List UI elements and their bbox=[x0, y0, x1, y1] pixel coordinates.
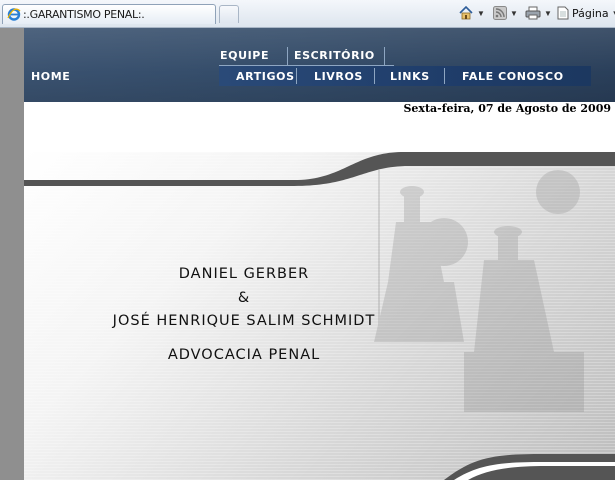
nav-separator bbox=[296, 68, 297, 84]
browser-toolbar: :.GARANTISMO PENAL:. ▼ ▼ ▼ Página bbox=[0, 0, 615, 28]
hero-name-2: JOSÉ HENRIQUE SALIM SCHMIDT bbox=[112, 313, 376, 329]
hero-name-1: DANIEL GERBER bbox=[178, 266, 310, 282]
chevron-down-icon: ▼ bbox=[612, 9, 615, 18]
date-strip: Sexta-feira, 07 de Agosto de 2009 bbox=[24, 102, 615, 152]
page-menu-button[interactable]: Página ▼ bbox=[557, 4, 615, 22]
rss-icon bbox=[493, 6, 507, 20]
chevron-down-icon: ▼ bbox=[544, 8, 552, 18]
home-button[interactable]: ▼ bbox=[458, 4, 485, 22]
print-button[interactable]: ▼ bbox=[525, 4, 552, 22]
nav-links[interactable]: LINKS bbox=[390, 70, 430, 83]
top-swoosh bbox=[24, 152, 615, 186]
ie-icon bbox=[7, 7, 21, 21]
chevron-down-icon: ▼ bbox=[477, 8, 485, 18]
nav-artigos[interactable]: ARTIGOS bbox=[236, 70, 295, 83]
nav-home[interactable]: HOME bbox=[31, 70, 70, 83]
hero-ampersand: & bbox=[237, 290, 251, 306]
chevron-down-icon: ▼ bbox=[510, 8, 518, 18]
new-tab-button[interactable] bbox=[219, 5, 239, 23]
page-menu-label: Página bbox=[572, 6, 609, 20]
nav-separator bbox=[374, 68, 375, 84]
nav-separator bbox=[444, 68, 445, 84]
page-icon bbox=[557, 6, 569, 20]
browser-tab[interactable]: :.GARANTISMO PENAL:. bbox=[2, 4, 216, 24]
feeds-button[interactable]: ▼ bbox=[493, 4, 518, 22]
moon-shape bbox=[536, 170, 580, 214]
hero-banner: DANIEL GERBER & JOSÉ HENRIQUE SALIM SCHM… bbox=[24, 152, 615, 480]
nav-livros[interactable]: LIVROS bbox=[314, 70, 363, 83]
nav-equipe[interactable]: EQUIPE bbox=[220, 49, 269, 62]
tab-title: :.GARANTISMO PENAL:. bbox=[23, 8, 145, 21]
hero-tagline: ADVOCACIA PENAL bbox=[167, 347, 321, 363]
page-left-margin bbox=[0, 28, 24, 480]
nav-divider-line bbox=[219, 65, 394, 66]
nav-separator bbox=[287, 47, 288, 65]
nav-separator bbox=[384, 47, 385, 65]
site-header: HOME EQUIPE ESCRITÓRIO ARTIGOS LIVROS LI… bbox=[24, 28, 615, 102]
nav-escritorio[interactable]: ESCRITÓRIO bbox=[294, 49, 375, 62]
current-date: Sexta-feira, 07 de Agosto de 2009 bbox=[403, 102, 611, 115]
print-icon bbox=[525, 6, 541, 20]
home-icon bbox=[458, 5, 474, 21]
nav-fale-conosco[interactable]: FALE CONOSCO bbox=[462, 70, 564, 83]
